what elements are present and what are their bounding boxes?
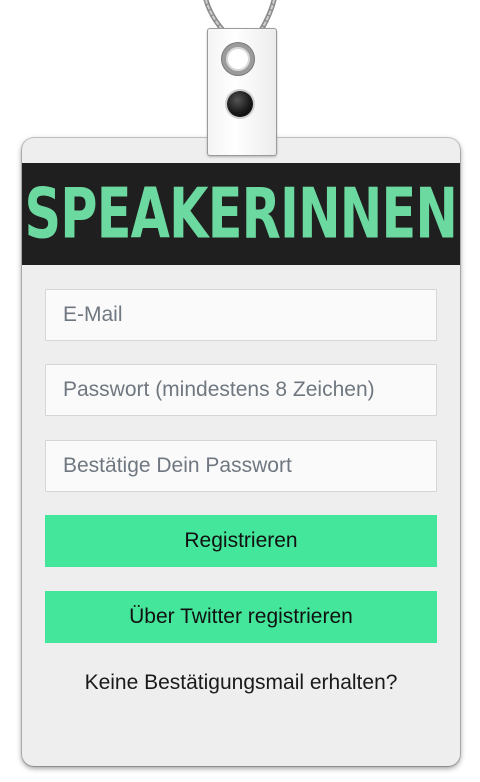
clip-ring-icon [222, 43, 254, 75]
registration-page: SPEAKERINNEN Registrieren Über Twitter r… [0, 0, 480, 782]
badge-card: SPEAKERINNEN Registrieren Über Twitter r… [22, 138, 460, 766]
email-field[interactable] [45, 289, 437, 341]
badge-clip-icon [207, 28, 277, 156]
speakerinnen-logo: SPEAKERINNEN [24, 172, 458, 255]
password-field[interactable] [45, 364, 437, 416]
logo-bar: SPEAKERINNEN [22, 163, 460, 265]
resend-confirmation-link[interactable]: Keine Bestätigungsmail erhalten? [22, 671, 460, 695]
register-button[interactable]: Registrieren [45, 515, 437, 567]
clip-rivet-icon [227, 91, 253, 117]
password-confirm-field[interactable] [45, 440, 437, 492]
twitter-register-button[interactable]: Über Twitter registrieren [45, 591, 437, 643]
